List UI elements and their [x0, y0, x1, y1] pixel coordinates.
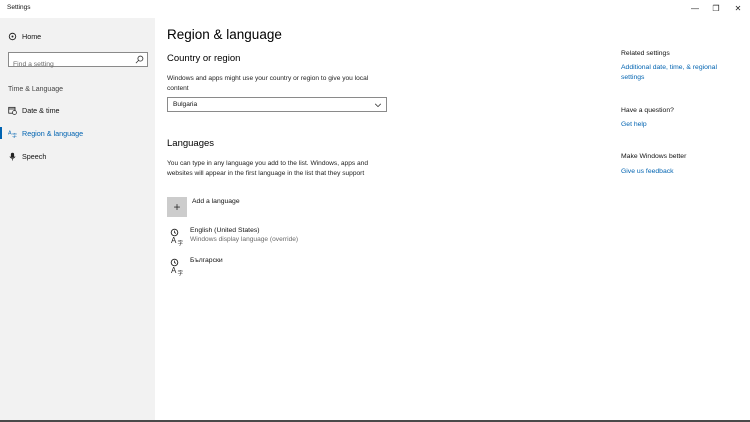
language-options-icon: A 字	[170, 258, 184, 276]
country-description: Windows and apps might use your country …	[167, 75, 369, 92]
languages-description: You can type in any language you add to …	[167, 160, 369, 177]
page-title: Region & language	[167, 27, 282, 42]
sidebar-item-label: Region & language	[22, 128, 84, 138]
microphone-icon	[8, 152, 17, 161]
get-help-link[interactable]: Get help	[621, 120, 741, 130]
sidebar-item-region-language[interactable]: A字 Region & language	[0, 123, 155, 143]
sidebar: Home Time & Language Date & time A字 Regi…	[0, 18, 155, 422]
search-box[interactable]	[8, 52, 148, 71]
add-language-label: Add a language	[192, 198, 240, 205]
language-item-bulgarian[interactable]: A 字 Български	[167, 257, 387, 281]
additional-settings-link[interactable]: Additional date, time, & regional settin…	[621, 63, 741, 82]
region-language-icon: A字	[8, 129, 17, 138]
plus-icon: +	[167, 197, 187, 217]
sidebar-item-date-time[interactable]: Date & time	[0, 100, 155, 120]
sidebar-item-speech[interactable]: Speech	[0, 146, 155, 166]
make-windows-better-heading: Make Windows better	[621, 153, 687, 160]
language-item-english[interactable]: A 字 English (United States) Windows disp…	[167, 227, 387, 251]
sidebar-item-home[interactable]: Home	[0, 26, 155, 46]
country-heading: Country or region	[167, 53, 241, 64]
sidebar-item-label: Home	[22, 31, 42, 41]
question-heading: Have a question?	[621, 107, 674, 114]
chevron-down-icon	[374, 103, 382, 108]
svg-text:A: A	[171, 236, 177, 245]
svg-text:字: 字	[178, 239, 184, 246]
language-subtext: Windows display language (override)	[190, 236, 299, 243]
home-icon	[8, 32, 17, 41]
svg-text:字: 字	[178, 269, 184, 276]
language-name: Български	[190, 257, 223, 264]
search-input[interactable]	[9, 58, 127, 71]
country-select[interactable]: Bulgaria	[167, 97, 387, 112]
language-options-icon: A 字	[170, 228, 184, 246]
language-name: English (United States)	[190, 227, 260, 234]
sidebar-section-label: Time & Language	[8, 86, 63, 93]
search-icon[interactable]	[135, 55, 144, 64]
svg-text:字: 字	[12, 132, 17, 137]
calendar-clock-icon	[8, 106, 17, 115]
give-feedback-link[interactable]: Give us feedback	[621, 167, 741, 177]
related-settings-heading: Related settings	[621, 50, 670, 57]
window-title: Settings	[7, 4, 31, 11]
sidebar-item-label: Speech	[22, 151, 47, 161]
country-select-value: Bulgaria	[173, 101, 198, 108]
svg-text:A: A	[171, 266, 177, 275]
languages-heading: Languages	[167, 138, 215, 149]
sidebar-item-label: Date & time	[22, 105, 60, 115]
